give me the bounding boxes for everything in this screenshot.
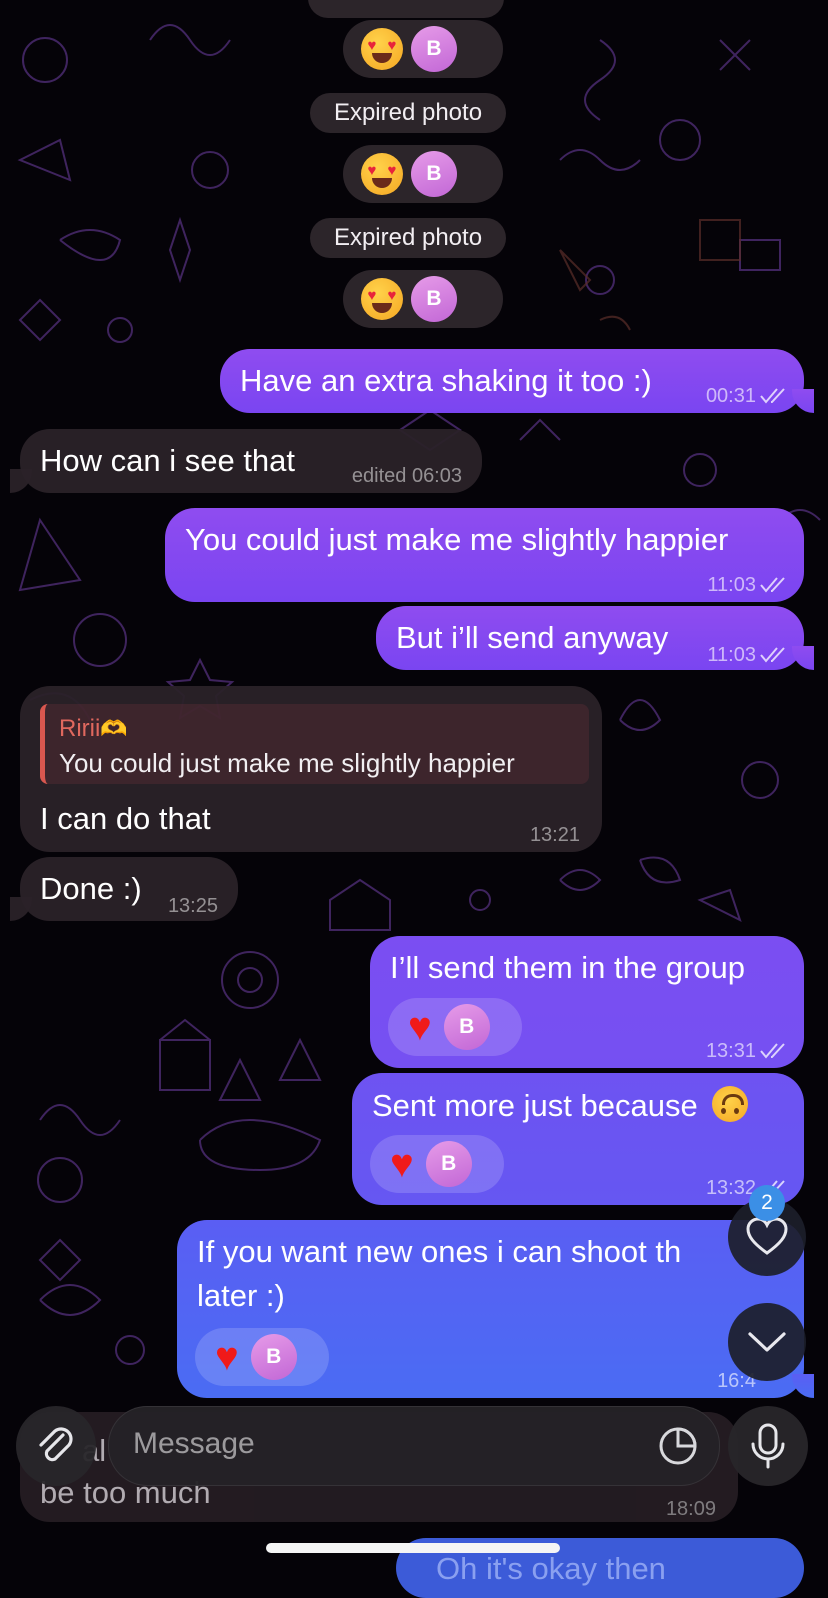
message-text: Have an extra shaking it too :) — [240, 363, 652, 398]
message-time: 13:31 — [705, 1040, 756, 1062]
red-heart-icon: ♥ — [408, 1005, 432, 1049]
outgoing-message[interactable]: You could just make me slightly happier … — [165, 508, 804, 602]
reaction-pill[interactable]: ♥ ♥ B — [343, 145, 503, 203]
message-time: 11:03 — [707, 644, 756, 666]
message-meta: 00:31 — [706, 377, 790, 415]
outgoing-message[interactable]: Sent more just because ♥ B 13:32 — [352, 1073, 804, 1205]
message-text: I can do that — [40, 801, 211, 836]
message-meta: 18:09 — [666, 1490, 716, 1528]
scroll-to-bottom-button[interactable] — [728, 1303, 806, 1381]
heart-eyes-emoji-icon: ♥ ♥ — [361, 28, 403, 70]
heart-reaction-pill[interactable]: ♥ B — [195, 1328, 329, 1386]
message-time: 13:25 — [167, 895, 218, 917]
reply-author: Ririi🫶 — [59, 715, 128, 742]
message-meta: edited 06:03 — [352, 457, 462, 495]
read-receipt-icon — [760, 1043, 785, 1059]
message-input[interactable]: Message — [108, 1406, 720, 1486]
message-meta: 13:31 — [706, 1032, 790, 1070]
read-receipt-icon — [760, 577, 785, 593]
message-time: 00:31 — [705, 385, 756, 407]
read-receipt-icon — [760, 647, 785, 663]
expired-photo-label: Expired photo — [310, 93, 506, 133]
heart-reaction-pill[interactable]: ♥ B — [370, 1135, 504, 1193]
paperclip-icon — [39, 1427, 73, 1462]
reactor-avatar: B — [443, 1004, 490, 1050]
incoming-message[interactable]: Done :) 13:25 — [10, 857, 238, 921]
microphone-icon — [751, 1423, 785, 1469]
message-time: 11:03 — [707, 574, 756, 596]
expired-photo-label: Expired photo — [310, 218, 506, 258]
upside-down-face-emoji-icon — [712, 1086, 749, 1122]
reactions-badge: 2 — [749, 1185, 785, 1221]
message-text: Oh it's okay then — [436, 1551, 666, 1586]
red-heart-icon: ♥ — [390, 1142, 414, 1186]
message-meta: 11:03 — [707, 566, 790, 604]
message-text: How can i see that — [40, 443, 296, 478]
outgoing-message[interactable]: If you want new ones i can shoot th late… — [177, 1220, 814, 1398]
reactor-avatar: B — [411, 276, 457, 322]
sticker-icon[interactable] — [657, 1425, 699, 1467]
voice-message-button[interactable] — [728, 1406, 808, 1486]
incoming-message-with-reply[interactable]: Ririi🫶 You could just make me slightly h… — [20, 686, 602, 852]
reactor-avatar: B — [411, 151, 457, 197]
message-text: Sent more just because — [372, 1086, 749, 1125]
heart-eyes-emoji-icon: ♥ ♥ — [361, 153, 403, 195]
heart-hands-emoji-icon: 🫶 — [100, 716, 128, 741]
message-meta: 13:25 — [168, 887, 218, 925]
message-text-line: later :) — [197, 1278, 285, 1313]
message-text-line: If you want new ones i can shoot th — [197, 1234, 682, 1269]
message-time: edited 06:03 — [351, 465, 462, 487]
message-time: 13:21 — [529, 824, 580, 846]
reaction-pill[interactable]: ♥ ♥ B — [343, 270, 503, 328]
system-pill-clipped — [308, 0, 504, 18]
home-indicator[interactable] — [266, 1543, 560, 1553]
message-text: You could just make me slightly happier — [185, 522, 729, 557]
message-placeholder: Message — [133, 1427, 255, 1460]
outgoing-message[interactable]: Have an extra shaking it too :) 00:31 — [220, 349, 814, 415]
message-text: I’ll send them in the group — [390, 950, 745, 985]
incoming-message[interactable]: How can i see that edited 06:03 — [10, 429, 482, 495]
heart-reaction-pill[interactable]: ♥ B — [388, 998, 522, 1056]
outgoing-message[interactable]: But i’ll send anyway 11:03 — [376, 606, 814, 670]
message-time: 18:09 — [665, 1498, 716, 1520]
heart-outline-icon — [746, 1217, 788, 1255]
chevron-down-icon — [748, 1332, 786, 1352]
message-meta: 11:03 — [707, 636, 790, 674]
reaction-pill[interactable]: ♥ ♥ B — [343, 20, 503, 78]
reactor-avatar: B — [411, 26, 457, 72]
reactor-avatar: B — [250, 1334, 297, 1380]
outgoing-message[interactable]: I’ll send them in the group ♥ B 13:31 — [370, 936, 804, 1068]
reply-text: You could just make me slightly happier — [59, 748, 515, 778]
heart-eyes-emoji-icon: ♥ ♥ — [361, 278, 403, 320]
read-receipt-icon — [760, 388, 785, 404]
red-heart-icon: ♥ — [215, 1335, 239, 1379]
reactor-avatar: B — [425, 1141, 472, 1187]
message-text: But i’ll send anyway — [396, 620, 669, 655]
reply-quote[interactable]: Ririi🫶 You could just make me slightly h… — [40, 704, 589, 784]
message-meta: 13:21 — [530, 816, 580, 854]
message-text: Done :) — [40, 871, 142, 906]
attach-button[interactable] — [16, 1406, 96, 1486]
